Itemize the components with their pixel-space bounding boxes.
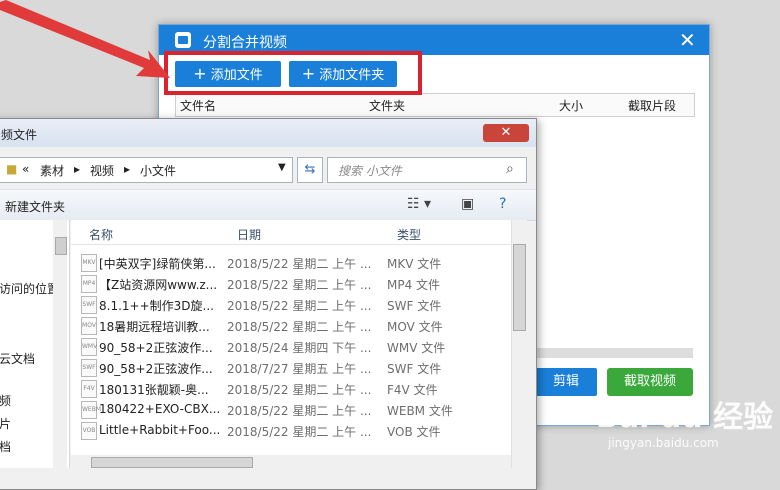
file-type: MP4 文件 <box>387 278 441 292</box>
col-type[interactable]: 类型 <box>397 226 421 243</box>
chevron-icon: « <box>22 162 30 176</box>
breadcrumb-2[interactable]: 视频 <box>90 162 114 179</box>
file-icon: VOB <box>81 422 97 440</box>
file-list-header: 名称 日期 类型 <box>71 220 511 245</box>
file-row[interactable]: MP4 【Z站资源网www.z... 2018/5/22 星期二 上午 ... MP4… <box>81 273 501 294</box>
file-name: 180131张靓颖-奥... <box>99 383 209 397</box>
file-icon: MOV <box>81 317 97 335</box>
file-type: VOB 文件 <box>387 425 441 439</box>
open-file-dialog: 频文件 ✕ ■ « 素材 ▸ 视频 ▸ 小文件 ▼ ⇆ 搜索 小文件 ⌕ 新建文… <box>0 118 537 490</box>
watermark-url: jingyan.baidu.com <box>608 436 719 450</box>
file-dialog-title: 频文件 <box>1 128 38 142</box>
file-type: MOV 文件 <box>387 320 443 334</box>
nav-item[interactable]: 频 <box>0 392 11 409</box>
breadcrumb-1[interactable]: 素材 <box>40 162 64 179</box>
file-type: SWF 文件 <box>387 299 442 313</box>
folder-icon: ■ <box>6 162 18 176</box>
file-date: 2018/5/22 星期二 上午 ... <box>227 404 372 418</box>
file-table-header: 文件名 文件夹 大小 截取片段 <box>175 93 695 117</box>
file-row[interactable]: WEBM 180422+EXO-CBX... 2018/5/22 星期二 上午 ..… <box>81 399 501 420</box>
baidu-watermark: Bai du 经验 jingyan.baidu.com <box>596 392 776 472</box>
highlight-box <box>164 51 422 95</box>
file-name: [中英双字]绿箭侠第... <box>99 257 216 271</box>
file-dialog-titlebar: 频文件 ✕ <box>0 119 536 147</box>
close-icon[interactable]: ✕ <box>483 124 529 142</box>
file-date: 2018/5/22 星期二 上午 ... <box>227 299 372 313</box>
file-name: 18暑期远程培训教... <box>99 320 210 334</box>
file-icon: MP4 <box>81 275 97 293</box>
nav-item[interactable]: 档 <box>0 438 11 455</box>
file-type: MKV 文件 <box>387 257 442 271</box>
chevron-icon: ▸ <box>74 162 81 176</box>
address-bar[interactable]: ■ « 素材 ▸ 视频 ▸ 小文件 ▼ <box>0 157 293 183</box>
dialog-title: 分割合并视频 <box>203 35 287 51</box>
file-name: 90_58+2正弦波作... <box>99 341 213 355</box>
file-icon: WMV <box>81 338 97 356</box>
red-arrow <box>0 0 170 78</box>
file-icon: SWF <box>81 296 97 314</box>
chevron-icon: ▸ <box>124 162 131 176</box>
nav-item[interactable]: 访问的位置 <box>0 280 59 297</box>
file-name: 8.1.1++制作3D旋... <box>99 299 214 313</box>
file-date: 2018/7/27 星期五 上午 ... <box>227 362 372 376</box>
nav-item[interactable]: 片 <box>0 415 11 432</box>
chevron-down-icon[interactable]: ▼ <box>278 162 286 173</box>
file-name: 【Z站资源网www.z... <box>99 278 218 292</box>
search-icon[interactable]: ⌕ <box>506 161 514 177</box>
file-type: WMV 文件 <box>387 341 446 355</box>
file-date: 2018/5/22 星期二 上午 ... <box>227 320 372 334</box>
help-icon[interactable]: ? <box>499 196 506 212</box>
search-placeholder: 搜索 小文件 <box>338 164 402 178</box>
refresh-icon[interactable]: ⇆ <box>297 157 323 183</box>
col-clip: 截取片段 <box>628 99 677 113</box>
file-date: 2018/5/24 星期四 下午 ... <box>227 341 372 355</box>
file-row[interactable]: F4V 180131张靓颖-奥... 2018/5/22 星期二 上午 ... F4V… <box>81 378 501 399</box>
col-size: 大小 <box>559 99 584 113</box>
file-row[interactable]: VOB Little+Rabbit+Foo... 2018/5/22 星期二 上午 … <box>81 420 501 441</box>
file-row[interactable]: MKV [中英双字]绿箭侠第... 2018/5/22 星期二 上午 ... MKV … <box>81 252 501 273</box>
file-row[interactable]: MOV 18暑期远程培训教... 2018/5/22 星期二 上午 ... MOV 文… <box>81 315 501 336</box>
nav-item[interactable]: 云文档 <box>0 350 35 367</box>
file-list-hscroll-thumb[interactable] <box>91 457 253 468</box>
table-scrollbar[interactable] <box>533 348 693 358</box>
file-icon: WEBM <box>81 401 101 419</box>
file-list-scroll-thumb[interactable] <box>513 244 526 331</box>
watermark-brand: Bai du 经验 <box>596 400 774 435</box>
file-row[interactable]: WMV 90_58+2正弦波作... 2018/5/24 星期四 下午 ... WMV… <box>81 336 501 357</box>
col-name[interactable]: 名称 <box>89 226 113 243</box>
file-toolbar: 新建文件夹 ☷ ▾ ▣ ? <box>0 189 536 221</box>
file-name: 90_58+2正弦波作... <box>99 362 213 376</box>
close-icon[interactable]: ✕ <box>679 28 696 52</box>
view-icon[interactable]: ☷ ▾ <box>407 196 431 212</box>
breadcrumb-3[interactable]: 小文件 <box>140 162 176 179</box>
file-icon: F4V <box>81 380 97 398</box>
file-type: WEBM 文件 <box>387 404 453 418</box>
file-date: 2018/5/22 星期二 上午 ... <box>227 383 372 397</box>
file-date: 2018/5/22 星期二 上午 ... <box>227 257 372 271</box>
file-type: F4V 文件 <box>387 383 438 397</box>
file-row[interactable]: SWF 8.1.1++制作3D旋... 2018/5/22 星期二 上午 ... SW… <box>81 294 501 315</box>
file-name: 180422+EXO-CBX... <box>99 402 221 416</box>
col-folder: 文件夹 <box>369 99 406 113</box>
file-icon: MKV <box>81 254 97 272</box>
file-icon: SWF <box>81 359 97 377</box>
edit-button[interactable]: 剪辑 <box>535 368 597 396</box>
nav-scroll-thumb[interactable] <box>55 237 67 255</box>
file-name: Little+Rabbit+Foo... <box>99 423 221 437</box>
preview-pane-icon[interactable]: ▣ <box>461 196 474 212</box>
file-date: 2018/5/22 星期二 上午 ... <box>227 278 372 292</box>
new-folder-button[interactable]: 新建文件夹 <box>5 198 65 215</box>
search-input[interactable]: 搜索 小文件 ⌕ <box>327 157 527 183</box>
nav-scrollbar[interactable] <box>53 220 67 468</box>
file-date: 2018/5/22 星期二 上午 ... <box>227 425 372 439</box>
file-row[interactable]: SWF 90_58+2正弦波作... 2018/7/27 星期五 上午 ... SWF… <box>81 357 501 378</box>
col-date[interactable]: 日期 <box>237 226 261 243</box>
file-type: SWF 文件 <box>387 362 442 376</box>
